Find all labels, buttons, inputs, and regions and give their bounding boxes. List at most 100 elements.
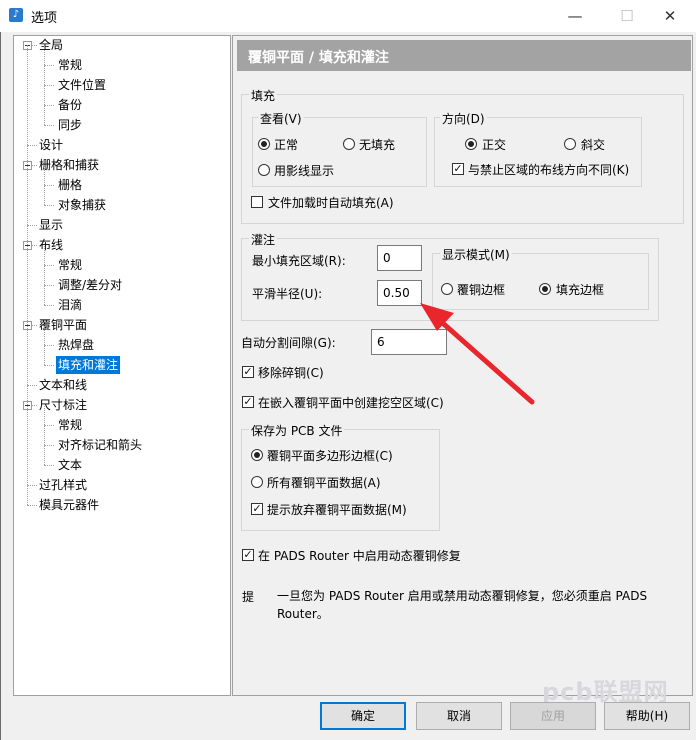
direction-orthogonal-label: 正交 — [482, 138, 507, 152]
smooth-radius-input[interactable]: 0.50 — [377, 280, 422, 306]
minimize-button[interactable]: — — [552, 0, 598, 32]
tree-connector — [44, 66, 45, 85]
apply-button[interactable]: 应用 — [510, 702, 596, 730]
tip-text: 一旦您为 PADS Router 启用或禁用动态覆铜修复，您必须重启 PADS … — [277, 589, 648, 621]
close-button[interactable]: ✕ — [647, 0, 693, 32]
min-area-input[interactable]: 0 — [377, 245, 422, 271]
tree-connector — [27, 145, 37, 146]
tree-item[interactable]: 常规 — [56, 56, 84, 74]
tree-item[interactable]: 文本和线 — [37, 376, 89, 394]
tree-item[interactable]: 设计 — [37, 136, 65, 154]
tree-item[interactable]: 栅格 — [56, 176, 84, 194]
view-normal-radio[interactable] — [258, 138, 270, 150]
direction-diagonal-label: 斜交 — [581, 138, 606, 152]
tree-item[interactable]: 对齐标记和箭头 — [56, 436, 144, 454]
tree-item[interactable]: 文本 — [56, 456, 84, 474]
tree-connector — [44, 246, 45, 265]
tree-connector — [44, 186, 45, 205]
direction-diagonal-radio[interactable] — [564, 138, 576, 150]
tree-item[interactable]: 同步 — [56, 116, 84, 134]
tree-connector — [27, 45, 28, 505]
prompt-discard-label: 提示放弃覆铜平面数据(M) — [267, 503, 407, 517]
tree-item[interactable]: 常规 — [56, 256, 84, 274]
fill-border-radio[interactable] — [539, 283, 551, 295]
help-button[interactable]: 帮助(H) — [604, 702, 690, 730]
tree-connector — [44, 286, 45, 305]
direction-group-label: 方向(D) — [440, 110, 487, 127]
tree-connector — [44, 406, 45, 425]
prompt-discard-checkbox[interactable]: ✓ — [251, 503, 263, 515]
tree-item[interactable]: 过孔样式 — [37, 476, 89, 494]
tree-item[interactable]: 填充和灌注 — [56, 356, 121, 374]
tree-connector — [44, 465, 54, 466]
view-no-fill-radio[interactable] — [343, 138, 355, 150]
autofill-checkbox[interactable] — [251, 196, 263, 208]
tree-connector — [44, 326, 45, 345]
view-no-fill-label: 无填充 — [359, 138, 396, 152]
tree-connector — [44, 446, 45, 465]
view-hatch-label: 用影线显示 — [274, 164, 335, 178]
direction-orthogonal-radio[interactable] — [465, 138, 477, 150]
tree-connector — [44, 365, 54, 366]
fill-group-label: 填充 — [249, 87, 278, 104]
tree-connector — [44, 205, 54, 206]
remove-isolated-label: 移除碎铜(C) — [258, 366, 324, 380]
tree-connector — [44, 305, 54, 306]
save-all-data-radio[interactable] — [251, 476, 263, 488]
tree-connector — [44, 46, 45, 65]
display-mode-label: 显示模式(M) — [440, 246, 512, 263]
tree-item[interactable]: 常规 — [56, 416, 84, 434]
tree-item[interactable]: 布线 — [37, 236, 65, 254]
tree-item[interactable]: 热焊盘 — [56, 336, 96, 354]
tree-connector — [44, 106, 45, 125]
copper-border-radio[interactable] — [441, 283, 453, 295]
tree-connector — [44, 426, 45, 445]
tree-item[interactable]: 栅格和捕获 — [37, 156, 101, 174]
tree-item[interactable]: 显示 — [37, 216, 65, 234]
ok-button[interactable]: 确定 — [320, 702, 406, 730]
router-repair-checkbox[interactable]: ✓ — [242, 549, 254, 561]
tree-item[interactable]: 模具元器件 — [37, 496, 101, 514]
tree-connector — [44, 346, 45, 365]
autofill-label: 文件加载时自动填充(A) — [268, 196, 394, 210]
tree-connector — [44, 105, 54, 106]
panel-title: 覆铜平面 / 填充和灌注 — [248, 50, 389, 66]
tree-connector — [44, 125, 54, 126]
tree-item[interactable]: 对象捕获 — [56, 196, 108, 214]
tree-item[interactable]: 泪滴 — [56, 296, 84, 314]
tree-connector — [44, 65, 54, 66]
tree-connector — [44, 425, 54, 426]
tree-connector — [44, 445, 54, 446]
cancel-button[interactable]: 取消 — [416, 702, 502, 730]
copper-border-label: 覆铜边框 — [457, 283, 506, 297]
tree-connector — [44, 185, 54, 186]
tree-connector — [44, 345, 54, 346]
tip-prefix: 提 — [242, 590, 255, 604]
maximize-button[interactable]: ☐ — [604, 0, 650, 32]
tree-connector — [27, 485, 37, 486]
window-title: 选项 — [31, 11, 58, 26]
tree-item[interactable]: 文件位置 — [56, 76, 108, 94]
tree-connector — [27, 505, 37, 506]
direction-different-label: 与禁止区域的布线方向不同(K) — [468, 163, 630, 177]
fill-border-label: 填充边框 — [556, 283, 605, 297]
tree-item[interactable]: 全局 — [37, 36, 65, 54]
view-normal-label: 正常 — [274, 138, 299, 152]
smooth-radius-label: 平滑半径(U): — [252, 287, 323, 301]
view-hatch-radio[interactable] — [258, 164, 270, 176]
tree-connector — [27, 225, 37, 226]
min-area-label: 最小填充区域(R): — [252, 254, 346, 268]
tree-connector — [44, 285, 54, 286]
tree-item[interactable]: 调整/差分对 — [56, 276, 124, 294]
auto-split-label: 自动分割间隙(G): — [241, 336, 336, 350]
create-cutout-checkbox[interactable]: ✓ — [242, 396, 254, 408]
direction-different-checkbox[interactable]: ✓ — [452, 163, 464, 175]
auto-split-input[interactable]: 6 — [371, 329, 447, 355]
tree-item[interactable]: 备份 — [56, 96, 84, 114]
tree-connector — [44, 265, 54, 266]
save-all-data-label: 所有覆铜平面数据(A) — [267, 476, 381, 490]
tree-connector — [27, 385, 37, 386]
tree-connector — [44, 85, 54, 86]
remove-isolated-checkbox[interactable]: ✓ — [242, 366, 254, 378]
save-polygon-border-radio[interactable] — [251, 449, 263, 461]
